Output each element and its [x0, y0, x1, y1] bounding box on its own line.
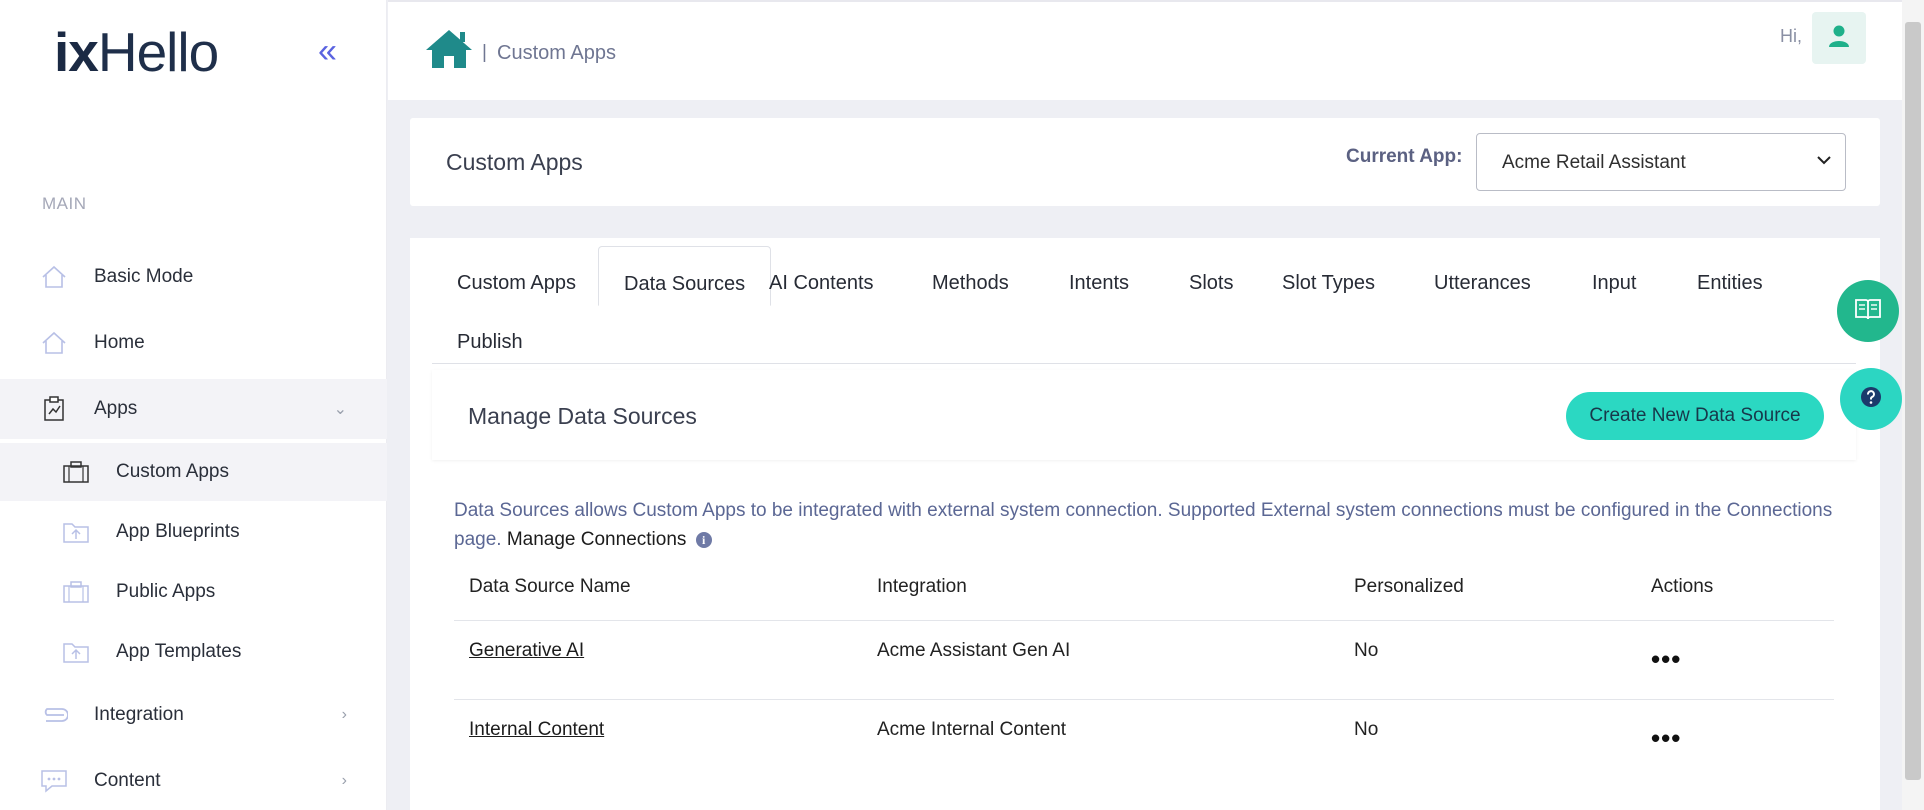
scrollbar-thumb[interactable] [1905, 22, 1921, 780]
house-outline-icon [40, 329, 68, 357]
sidebar-subitem-app-templates[interactable]: App Templates [0, 623, 387, 681]
info-circle-icon[interactable]: i [695, 532, 712, 548]
sidebar-item-apps[interactable]: Apps ⌄ [0, 379, 387, 439]
tab-bar: Custom Apps Data Sources AI Contents Met… [432, 246, 1856, 364]
sidebar-item-home[interactable]: Home [0, 313, 387, 373]
tab-intents[interactable]: Intents [1069, 272, 1129, 295]
question-circle-icon [1860, 386, 1882, 413]
tab-utterances[interactable]: Utterances [1434, 272, 1531, 295]
folder-upload-icon [62, 638, 90, 666]
row-actions-menu-icon[interactable]: ••• [1651, 646, 1681, 672]
tab-custom-apps[interactable]: Custom Apps [457, 272, 576, 295]
sidebar-subitem-app-blueprints[interactable]: App Blueprints [0, 503, 387, 561]
book-icon [1854, 297, 1882, 326]
ixhello-logo[interactable]: ixHello [54, 21, 219, 83]
tab-entities[interactable]: Entities [1697, 272, 1763, 295]
column-header-actions: Actions [1651, 576, 1714, 597]
breadcrumb-separator: | [482, 42, 487, 63]
row-divider [454, 699, 1834, 700]
user-avatar-button[interactable] [1812, 12, 1866, 64]
page-title-card: Custom Apps Current App: Acme Retail Ass… [410, 118, 1880, 206]
tab-ai-contents[interactable]: AI Contents [769, 272, 874, 295]
personalized-cell: No [1354, 640, 1379, 661]
row-divider [454, 620, 1834, 621]
tab-methods[interactable]: Methods [932, 272, 1009, 295]
current-app-value: Acme Retail Assistant [1502, 152, 1686, 173]
sidebar-item-label: Integration [94, 704, 184, 725]
sidebar-subitem-label: App Blueprints [116, 521, 240, 542]
sidebar-item-basic-mode[interactable]: Basic Mode [0, 247, 387, 307]
collapse-sidebar-icon[interactable]: « [318, 34, 337, 68]
user-icon [1829, 24, 1849, 53]
sidebar-subitem-label: App Templates [116, 641, 242, 662]
tab-slot-types[interactable]: Slot Types [1282, 272, 1375, 295]
manage-connections-link[interactable]: Manage Connections [507, 529, 687, 550]
home-icon[interactable] [424, 28, 474, 75]
tab-publish[interactable]: Publish [457, 331, 523, 354]
tab-data-sources[interactable]: Data Sources [598, 246, 772, 306]
section-heading: Manage Data Sources [468, 403, 697, 429]
logo-ix: ix [54, 21, 99, 83]
data-source-name-link[interactable]: Generative AI [469, 640, 584, 662]
guide-book-button[interactable] [1837, 280, 1899, 342]
main-panel: Custom Apps Data Sources AI Contents Met… [410, 238, 1880, 810]
info-description: Data Sources allows Custom Apps to be in… [454, 496, 1834, 554]
column-header-name: Data Source Name [469, 576, 631, 597]
chevron-right-icon: › [341, 772, 347, 789]
column-header-personalized: Personalized [1354, 576, 1464, 597]
sidebar-item-integration[interactable]: Integration › [0, 685, 387, 745]
tab-input[interactable]: Input [1592, 272, 1636, 295]
folder-upload-icon [62, 518, 90, 546]
sidebar-subitem-public-apps[interactable]: Public Apps [0, 563, 387, 621]
sidebar-subitem-custom-apps[interactable]: Custom Apps [0, 443, 387, 501]
briefcase-icon [62, 578, 90, 606]
sidebar-item-label: Home [94, 332, 145, 353]
briefcase-icon [62, 458, 90, 486]
tab-slots[interactable]: Slots [1189, 272, 1233, 295]
row-actions-menu-icon[interactable]: ••• [1651, 725, 1681, 751]
sidebar-subitem-label: Public Apps [116, 581, 216, 602]
data-source-name-link[interactable]: Internal Content [469, 719, 604, 741]
integration-cell: Acme Internal Content [877, 719, 1067, 740]
manage-data-sources-card: Manage Data Sources Create New Data Sour… [432, 370, 1856, 460]
create-new-data-source-button[interactable]: Create New Data Source [1566, 392, 1824, 440]
help-button[interactable] [1840, 368, 1902, 430]
sidebar-item-label: Content [94, 770, 161, 791]
personalized-cell: No [1354, 719, 1379, 740]
breadcrumb: Custom Apps [497, 42, 616, 64]
chevron-right-icon: › [341, 706, 347, 723]
chevron-down-icon [1817, 152, 1831, 168]
integration-cell: Acme Assistant Gen AI [877, 640, 1071, 661]
chevron-down-icon: ⌄ [333, 401, 347, 418]
house-outline-icon [40, 263, 68, 291]
clipboard-chart-icon [40, 395, 68, 423]
page-scrollbar[interactable] [1902, 0, 1924, 810]
current-app-label: Current App: [1346, 146, 1463, 167]
current-app-select[interactable]: Acme Retail Assistant [1476, 133, 1846, 191]
greeting-text: Hi, [1780, 26, 1802, 46]
sidebar-item-label: Basic Mode [94, 266, 194, 287]
sidebar-item-label: Apps [94, 398, 138, 419]
sidebar-subitem-label: Custom Apps [116, 461, 229, 482]
sidebar-item-content[interactable]: Content › [0, 751, 387, 810]
section-label-main: MAIN [42, 194, 87, 213]
chat-bubble-icon [40, 767, 68, 795]
column-header-integration: Integration [877, 576, 967, 597]
top-header: | Custom Apps Hi, [388, 0, 1902, 100]
sidebar: ixHello « MAIN Basic Mode Home Apps ⌄ Cu… [0, 0, 387, 810]
paperclip-icon [40, 701, 68, 729]
page-title: Custom Apps [446, 149, 583, 175]
logo-hello: Hello [97, 21, 219, 83]
